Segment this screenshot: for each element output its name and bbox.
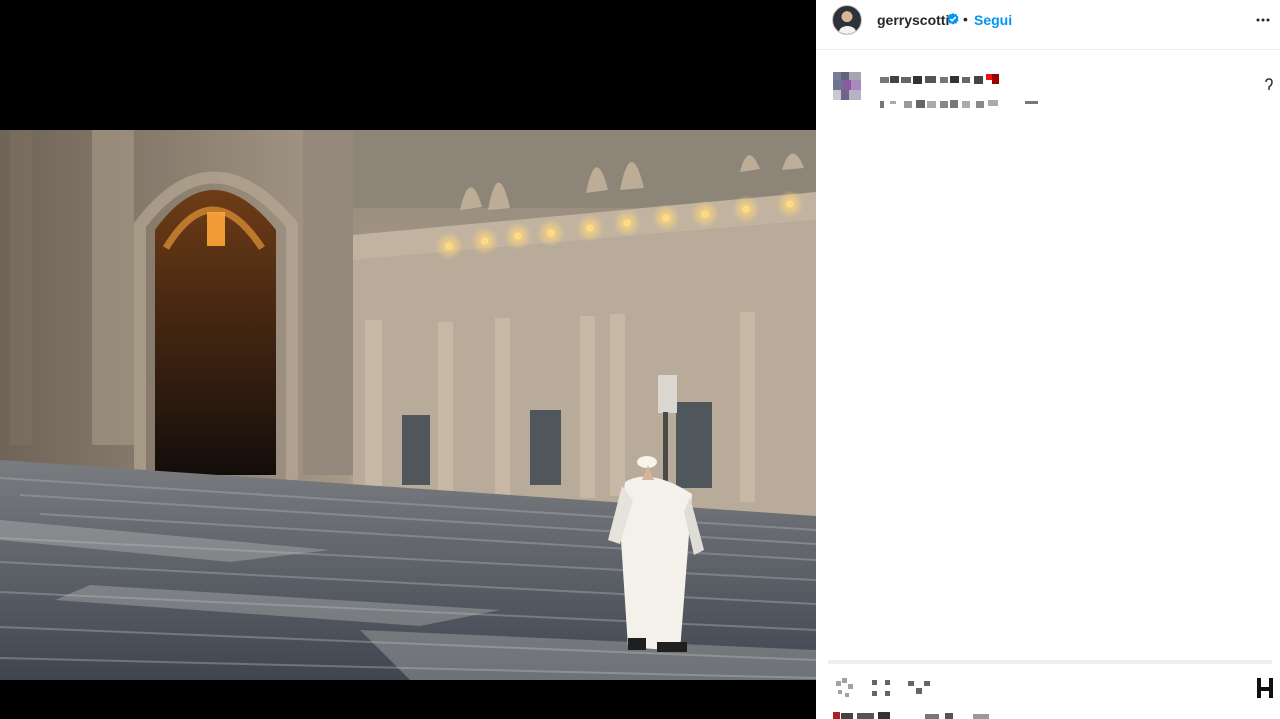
post-photo[interactable] bbox=[0, 130, 816, 680]
media-pane bbox=[0, 0, 816, 719]
action-divider bbox=[828, 660, 1272, 664]
bookmark-icon[interactable] bbox=[1252, 677, 1278, 699]
more-horizontal-icon[interactable] bbox=[1254, 11, 1272, 29]
caption-avatar-pixelated[interactable] bbox=[833, 72, 861, 100]
instagram-post-view: gerryscotti • Segui bbox=[0, 0, 1280, 719]
pixelated-caption-user-graphic bbox=[880, 74, 999, 84]
username-link[interactable]: gerryscotti bbox=[877, 12, 949, 28]
follow-button[interactable]: Segui bbox=[974, 12, 1012, 28]
caption-like-icon[interactable] bbox=[1264, 78, 1276, 92]
bottom-pixelated-line bbox=[833, 712, 989, 719]
avatar[interactable] bbox=[832, 5, 862, 35]
post-details-panel: gerryscotti • Segui bbox=[816, 0, 1280, 719]
comment-icon[interactable] bbox=[868, 677, 894, 699]
paper-plane-icon[interactable] bbox=[906, 677, 932, 699]
photo-alt-text bbox=[0, 0, 1, 1]
heart-icon[interactable] bbox=[832, 677, 858, 699]
caption-username-pixelated bbox=[880, 72, 1000, 88]
pixelated-caption-body-graphic bbox=[880, 100, 1038, 108]
verified-badge-icon bbox=[947, 13, 959, 25]
caption-body-pixelated bbox=[880, 97, 1038, 109]
separator-dot: • bbox=[963, 11, 968, 27]
post-header: gerryscotti • Segui bbox=[816, 0, 1280, 50]
